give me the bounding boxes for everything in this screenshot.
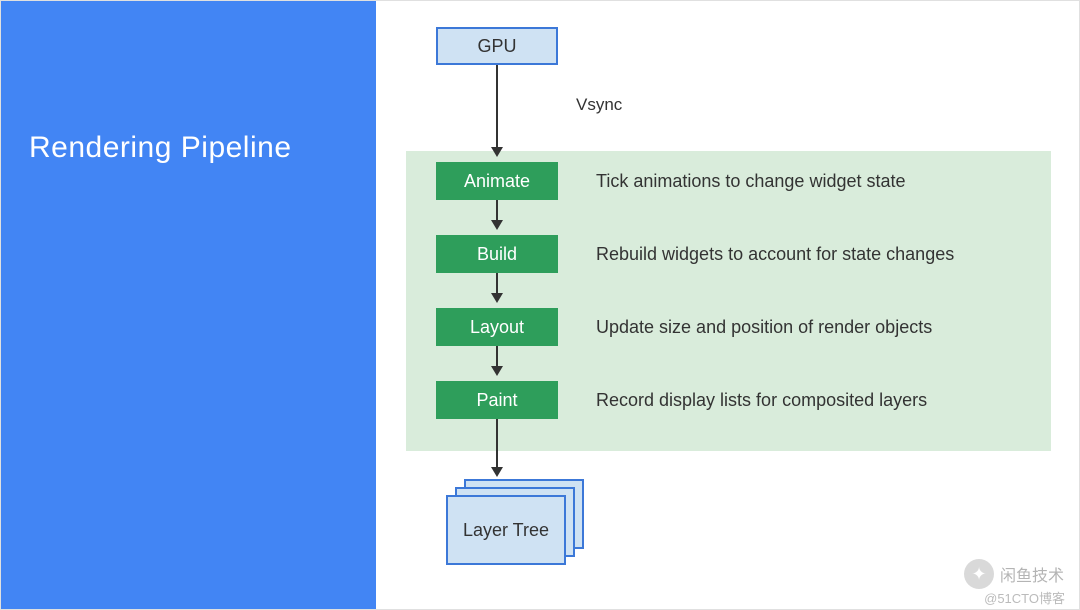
title-panel: Rendering Pipeline xyxy=(1,1,376,609)
brand-logo-icon: ✦ xyxy=(964,559,994,589)
desc-paint: Record display lists for composited laye… xyxy=(596,390,927,411)
arrow-icon xyxy=(496,65,498,155)
arrow-icon xyxy=(496,419,498,475)
arrow-icon xyxy=(496,273,498,301)
watermark-brand-text: 闲鱼技术 xyxy=(1000,562,1064,586)
desc-layout: Update size and position of render objec… xyxy=(596,317,932,338)
node-layout: Layout xyxy=(436,308,558,346)
layer-tree-stack: Layer Tree xyxy=(446,479,584,563)
desc-animate: Tick animations to change widget state xyxy=(596,171,906,192)
node-animate: Animate xyxy=(436,162,558,200)
watermark-brand: ✦ 闲鱼技术 xyxy=(964,559,1064,589)
node-gpu: GPU xyxy=(436,27,558,65)
watermark-source: @51CTO博客 xyxy=(984,588,1065,607)
layer-tree-label: Layer Tree xyxy=(446,495,566,565)
arrow-icon xyxy=(496,200,498,228)
diagram-panel: GPU Vsync Animate Tick animations to cha… xyxy=(376,1,1079,609)
arrow-icon xyxy=(496,346,498,374)
slide: Rendering Pipeline GPU Vsync Animate Tic… xyxy=(0,0,1080,610)
vsync-label: Vsync xyxy=(576,95,622,115)
desc-build: Rebuild widgets to account for state cha… xyxy=(596,244,954,265)
node-paint: Paint xyxy=(436,381,558,419)
slide-title: Rendering Pipeline xyxy=(29,131,348,165)
node-build: Build xyxy=(436,235,558,273)
